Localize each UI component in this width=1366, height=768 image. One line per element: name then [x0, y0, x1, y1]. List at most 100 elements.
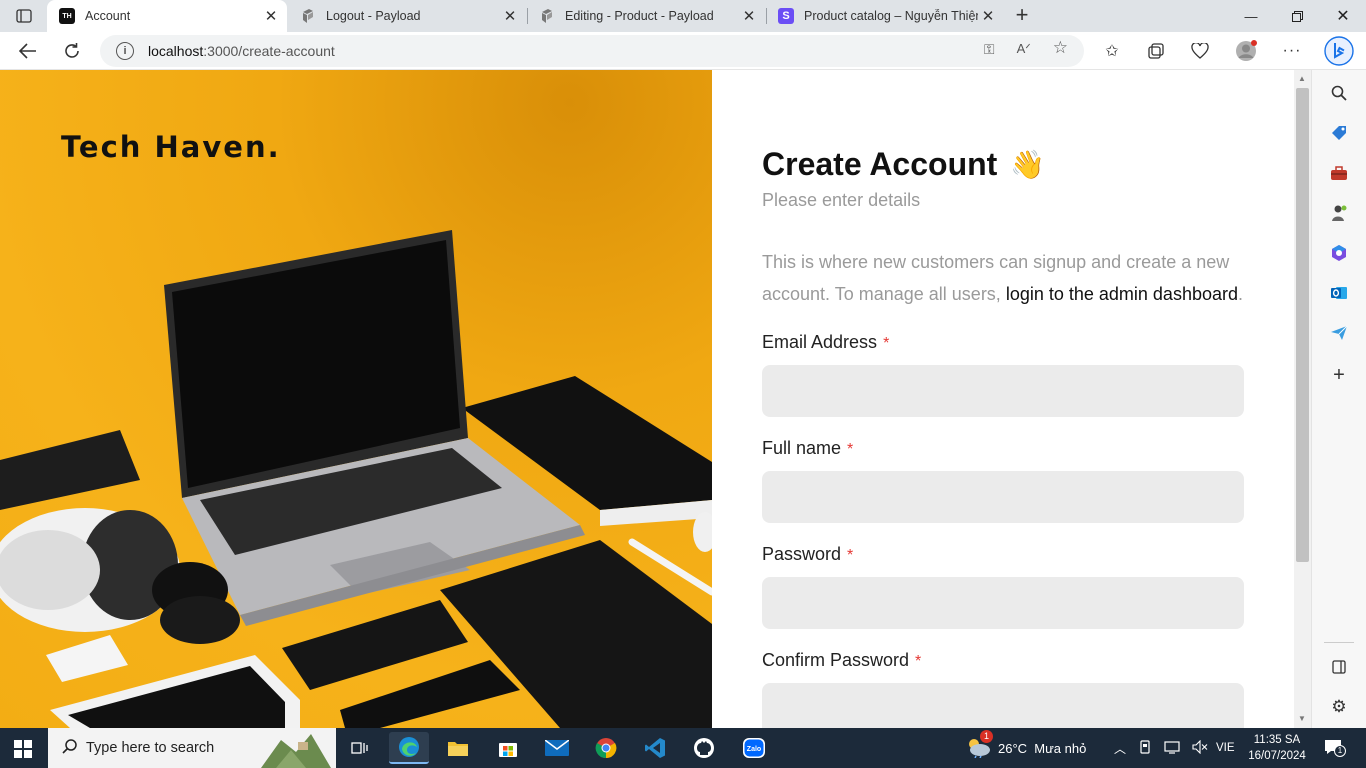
favorite-star-icon[interactable]: ☆	[1053, 38, 1068, 58]
s-favicon: S	[778, 8, 794, 24]
tab-title: Product catalog – Nguyễn Thiện	[804, 9, 978, 23]
edge-sidebar: + ⚙	[1311, 70, 1366, 728]
payload-icon	[300, 8, 316, 24]
tech-haven-favicon: TH	[59, 8, 75, 24]
github-desktop-icon[interactable]	[684, 732, 724, 764]
tab-title: Editing - Product - Payload	[565, 9, 714, 23]
tab-account[interactable]: TH Account ✕	[47, 0, 287, 32]
restore-icon[interactable]	[1274, 0, 1320, 32]
weather-widget[interactable]: 1 26°C Mưa nhỏ	[964, 728, 1086, 768]
tab-product-catalog[interactable]: S Product catalog – Nguyễn Thiện ✕	[766, 0, 1004, 32]
search-icon[interactable]	[1328, 82, 1350, 104]
intro-end: .	[1238, 284, 1244, 304]
url-text[interactable]: localhost:3000/create-account	[148, 43, 335, 59]
scroll-down-icon[interactable]: ▼	[1298, 714, 1306, 723]
more-options-icon[interactable]: ···	[1278, 38, 1306, 64]
tools-icon[interactable]	[1328, 162, 1350, 184]
taskbar-search-box[interactable]: Type here to search	[48, 728, 336, 768]
scroll-up-icon[interactable]: ▲	[1298, 74, 1306, 83]
microsoft-store-icon[interactable]	[488, 732, 528, 764]
windows-start-icon[interactable]	[14, 740, 32, 758]
full-name-label: Full name *	[762, 438, 854, 458]
payload-icon	[539, 8, 555, 24]
tab-title: Logout - Payload	[326, 9, 421, 23]
sidebar-divider	[1324, 642, 1354, 643]
browser-essentials-icon[interactable]	[1186, 38, 1214, 64]
games-icon[interactable]	[1328, 202, 1350, 224]
taskbar-search-placeholder: Type here to search	[86, 740, 215, 756]
collections-icon[interactable]	[1142, 38, 1170, 64]
bing-copilot-icon[interactable]	[1324, 36, 1354, 66]
scrollbar-thumb[interactable]	[1296, 88, 1309, 562]
system-tray: ︿	[1114, 728, 1208, 768]
full-name-field[interactable]	[762, 471, 1244, 523]
mail-icon[interactable]	[537, 732, 577, 764]
refresh-icon[interactable]	[58, 38, 86, 64]
clock-date: 16/07/2024	[1248, 750, 1306, 762]
required-marker: *	[915, 653, 922, 670]
page-subtitle: Please enter details	[762, 190, 921, 210]
weather-text: 26°C Mưa nhỏ	[998, 740, 1087, 756]
favorites-icon[interactable]: ✩	[1098, 38, 1126, 64]
vscode-icon[interactable]	[635, 732, 675, 764]
task-view-icon[interactable]	[340, 732, 380, 764]
page-title: Create Account	[762, 146, 998, 182]
close-tab-icon[interactable]: ✕	[739, 7, 759, 25]
required-marker: *	[847, 441, 854, 458]
clock-time: 11:35 SA	[1253, 734, 1301, 746]
confirm-password-label: Confirm Password *	[762, 650, 922, 670]
address-bar[interactable]: i localhost:3000/create-account ⚿ Aᐟ ☆	[100, 35, 1084, 67]
intro-paragraph: This is where new customers can signup a…	[762, 246, 1262, 310]
tab-title: Account	[85, 9, 131, 23]
volume-muted-icon[interactable]	[1192, 739, 1208, 757]
show-hidden-icons[interactable]: ︿	[1114, 740, 1126, 757]
weather-cloud-icon: 1	[964, 730, 994, 760]
file-explorer-icon[interactable]	[438, 732, 478, 764]
close-tab-icon[interactable]: ✕	[261, 7, 281, 25]
close-tab-icon[interactable]: ✕	[500, 7, 520, 25]
input-language[interactable]: VIE	[1216, 728, 1235, 768]
minimize-icon[interactable]: —	[1228, 0, 1274, 32]
search-icon	[62, 738, 78, 758]
clock[interactable]: 11:35 SA 16/07/2024	[1246, 728, 1308, 768]
new-tab-button[interactable]: +	[1010, 4, 1034, 28]
notification-count: 1	[1334, 745, 1346, 757]
network-icon[interactable]	[1164, 740, 1180, 757]
device-icon[interactable]	[1138, 739, 1152, 757]
notification-center-icon[interactable]: 1	[1320, 728, 1350, 768]
admin-dashboard-link[interactable]: login to the admin dashboard	[1006, 284, 1238, 304]
required-marker: *	[883, 335, 890, 352]
back-icon[interactable]	[14, 38, 42, 64]
add-sidebar-app-icon[interactable]: +	[1328, 364, 1350, 386]
site-info-icon[interactable]: i	[116, 42, 134, 60]
confirm-password-field[interactable]	[762, 683, 1244, 728]
outlook-icon[interactable]	[1328, 282, 1350, 304]
svg-text:Zalo: Zalo	[747, 746, 761, 753]
tab-logout-payload[interactable]: Logout - Payload ✕	[288, 0, 526, 32]
settings-gear-icon[interactable]: ⚙	[1328, 696, 1350, 718]
page-viewport: Tech Haven. Create Account 👋 Please ente…	[0, 70, 1294, 728]
zalo-icon[interactable]: Zalo	[734, 732, 774, 764]
key-icon[interactable]: ⚿	[984, 41, 995, 58]
close-tab-icon[interactable]: ✕	[978, 7, 998, 25]
page-scrollbar[interactable]: ▲ ▼	[1294, 70, 1311, 728]
hide-sidebar-icon[interactable]	[1328, 656, 1350, 678]
tab-actions-icon[interactable]	[10, 6, 38, 26]
close-window-icon[interactable]: ✕	[1320, 0, 1366, 32]
read-aloud-icon[interactable]: Aᐟ	[1017, 41, 1031, 58]
password-field[interactable]	[762, 577, 1244, 629]
email-field[interactable]	[762, 365, 1244, 417]
hero-image-panel: Tech Haven.	[0, 70, 712, 728]
email-label: Email Address *	[762, 332, 890, 352]
waving-hand-icon: 👋	[1010, 149, 1045, 180]
shopping-tag-icon[interactable]	[1328, 122, 1350, 144]
tab-editing-product[interactable]: Editing - Product - Payload ✕	[527, 0, 765, 32]
send-icon[interactable]	[1328, 322, 1350, 344]
microsoft-365-icon[interactable]	[1328, 242, 1350, 264]
profile-avatar[interactable]	[1232, 38, 1260, 64]
search-highlight-image	[261, 734, 331, 768]
edge-taskbar-icon[interactable]	[389, 732, 429, 764]
weather-badge: 1	[980, 730, 993, 743]
chrome-icon[interactable]	[586, 732, 626, 764]
required-marker: *	[847, 547, 854, 564]
